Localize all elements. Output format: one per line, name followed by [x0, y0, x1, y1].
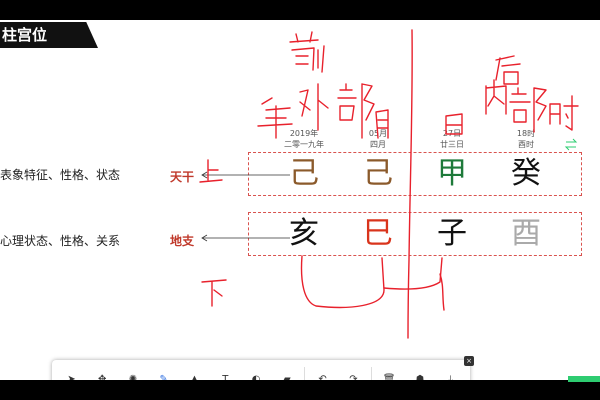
arrow-to-stem-tag [201, 171, 290, 179]
toolbar-redo-button[interactable]: ↷恢复 [338, 363, 369, 380]
toolbar-trash-button[interactable]: 🗑清空 [374, 363, 405, 380]
toolbar-save-button[interactable]: ⤓保存 [435, 363, 466, 380]
save-icon: ⤓ [448, 374, 453, 380]
toolbar-text-button[interactable]: T文本 [210, 363, 241, 380]
toolbar-shape-button[interactable]: ◐图形 [241, 363, 272, 380]
toolbar-separator [304, 367, 306, 380]
toolbar-undo-button[interactable]: ↶撤销 [307, 363, 338, 380]
toolbar-separator [370, 367, 372, 380]
handwritten-notes [199, 29, 579, 339]
pointer-icon: ➤ [67, 374, 76, 380]
highlighter-icon: ▲ [190, 374, 199, 380]
toolbar-pen-button[interactable]: ✎画笔 [148, 363, 179, 380]
toolbar-settings-button[interactable]: ☗批注设置 [405, 363, 436, 380]
redo-icon: ↷ [349, 374, 358, 380]
annotation-layer [199, 29, 579, 339]
toolbar-pointer-button[interactable]: ➤鼠标 [56, 363, 87, 380]
close-icon[interactable]: × [464, 356, 474, 366]
toolbar-move-button[interactable]: ✥选择 [87, 363, 118, 380]
presentation-window: 柱宫位 表象特征、性格、状态 心理状态、性格、关系 天干 地支 2019年 二零… [0, 0, 600, 400]
pen-icon: ✎ [159, 374, 168, 380]
trash-icon: 🗑 [382, 374, 396, 380]
toolbar-laser-button[interactable]: ✺激光笔 [118, 363, 149, 380]
slide-canvas[interactable]: 柱宫位 表象特征、性格、状态 心理状态、性格、关系 天干 地支 2019年 二零… [0, 20, 600, 380]
text-icon: T [222, 374, 229, 380]
settings-icon: ☗ [415, 374, 425, 380]
move-icon: ✥ [97, 374, 107, 380]
status-indicator [568, 376, 600, 382]
shape-icon: ◐ [251, 374, 261, 380]
annotation-toolbar: ➤鼠标✥选择✺激光笔✎画笔▲荧光笔T文本◐图形▰橡皮擦 ↶撤销↷恢复 🗑清空☗批注设… [52, 356, 474, 380]
swap-icon [564, 138, 578, 151]
toolbar-eraser-button[interactable]: ▰橡皮擦 [271, 363, 302, 380]
undo-icon: ↶ [318, 374, 327, 380]
laser-icon: ✺ [128, 374, 138, 380]
arrow-to-branch-tag [201, 234, 290, 242]
eraser-icon: ▰ [283, 374, 291, 380]
toolbar-highlighter-button[interactable]: ▲荧光笔 [179, 363, 210, 380]
